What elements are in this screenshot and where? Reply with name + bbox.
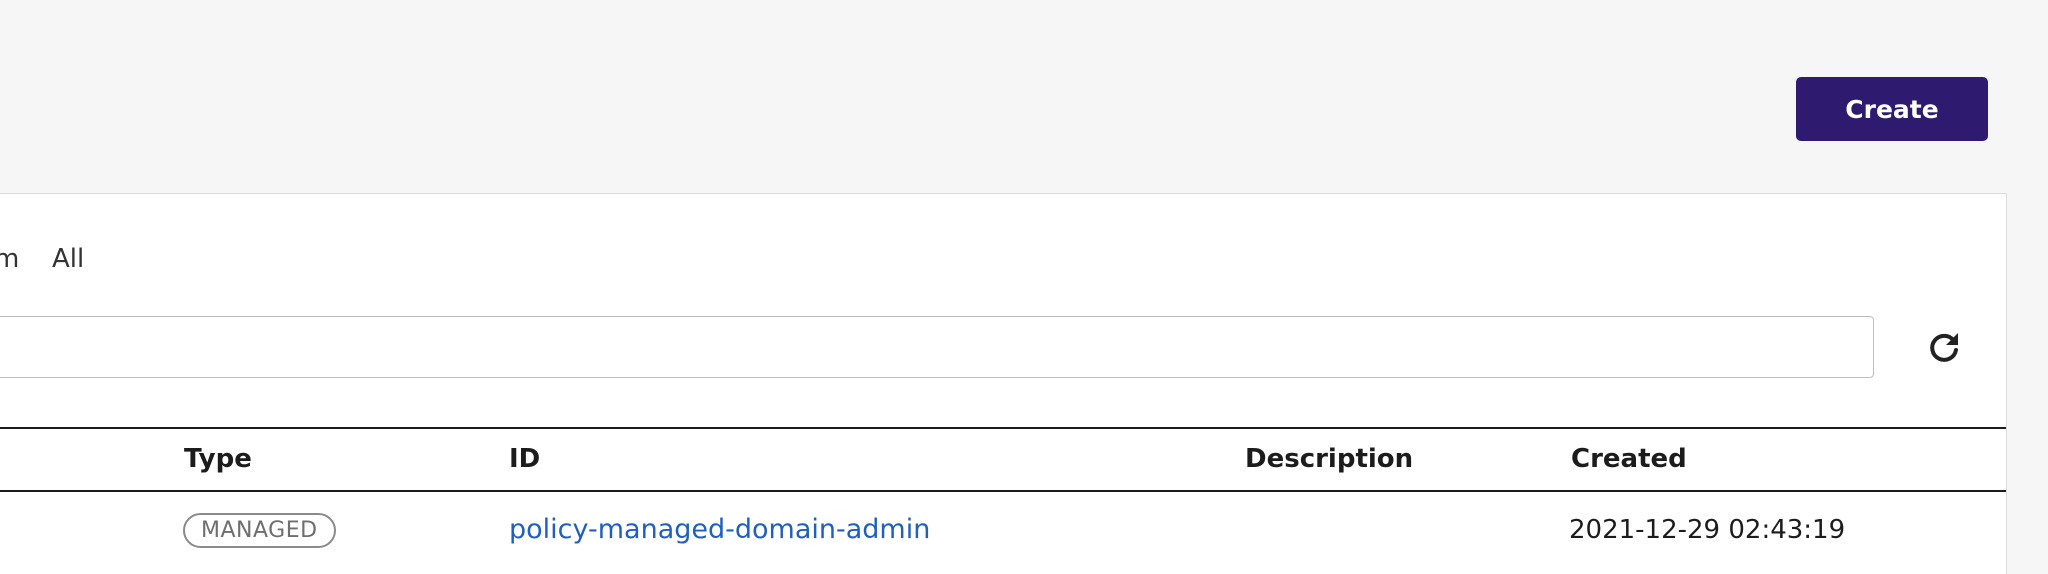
policy-id-link[interactable]: policy-managed-domain-admin — [509, 514, 930, 545]
refresh-button[interactable] — [1924, 328, 1964, 368]
table-top-rule — [0, 427, 2006, 429]
created-cell: 2021-12-29 02:43:19 — [1569, 515, 1846, 545]
column-header-description[interactable]: Description — [1245, 444, 1413, 474]
filter-tab-partial[interactable]: m — [0, 244, 19, 274]
column-header-id[interactable]: ID — [509, 444, 540, 474]
column-header-type[interactable]: Type — [184, 444, 252, 474]
refresh-icon — [1930, 333, 1958, 362]
table-header-rule — [0, 490, 2006, 492]
type-badge: MANAGED — [183, 513, 336, 548]
filter-tab-all[interactable]: All — [52, 244, 84, 274]
create-button[interactable]: Create — [1796, 77, 1988, 141]
search-input[interactable] — [0, 316, 1874, 378]
column-header-created[interactable]: Created — [1571, 444, 1687, 474]
